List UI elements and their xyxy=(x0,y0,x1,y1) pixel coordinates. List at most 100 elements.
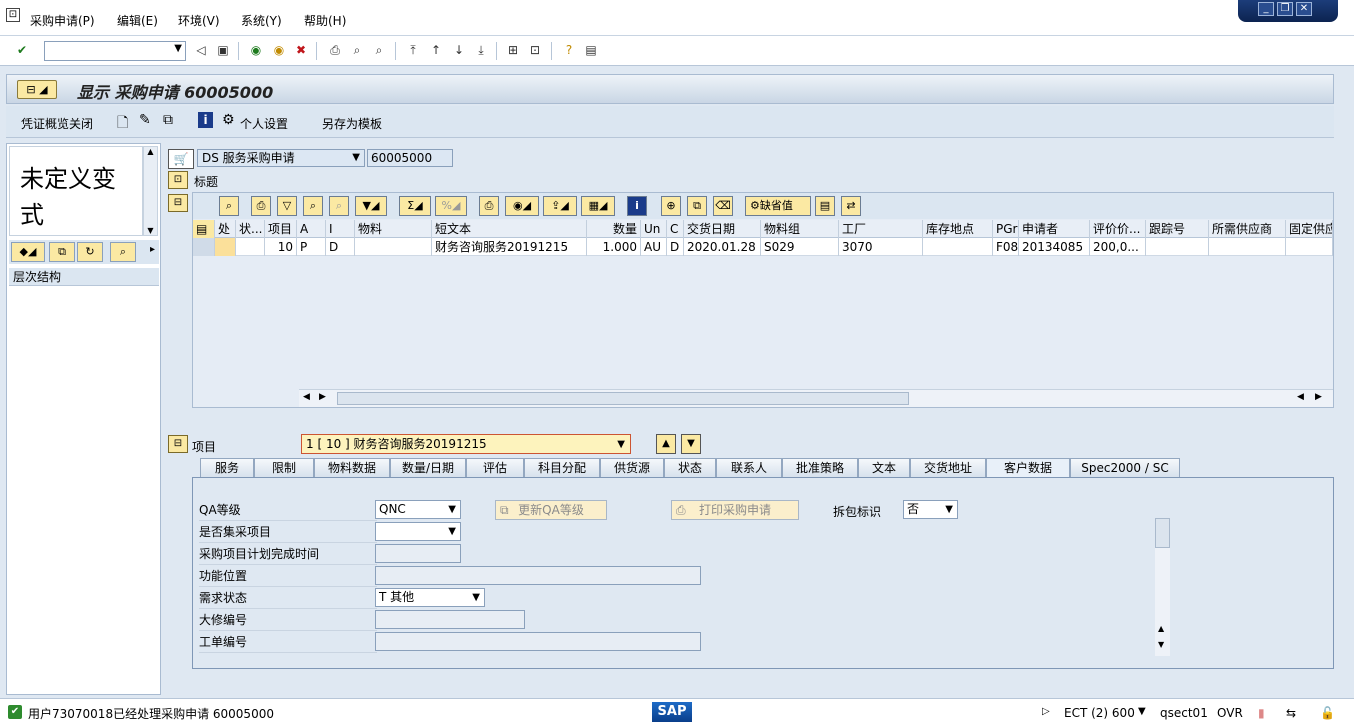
lock-icon[interactable]: 🔓 xyxy=(1320,706,1335,720)
tab-contact-person[interactable]: 联系人 xyxy=(716,458,782,478)
column-header[interactable]: 库存地点 xyxy=(923,220,993,238)
more-arrow-icon[interactable]: ▸ xyxy=(150,244,155,255)
column-header[interactable]: 申请者 xyxy=(1019,220,1090,238)
column-header[interactable]: 评价价... xyxy=(1090,220,1146,238)
column-header[interactable]: I xyxy=(326,220,355,238)
tab-quantity-date[interactable]: 数量/日期 xyxy=(390,458,466,478)
print-icon[interactable]: ⎙ xyxy=(326,42,344,59)
copy-icon[interactable]: ⧉ xyxy=(49,242,75,262)
column-header[interactable]: 固定供应 xyxy=(1286,220,1333,238)
scroll-down-icon[interactable]: ▼ xyxy=(144,226,157,235)
system-info[interactable]: ECT (2) 600 xyxy=(1064,706,1135,720)
tab-limits[interactable]: 限制 xyxy=(254,458,314,478)
find-next-grid-icon[interactable]: ⌕ xyxy=(329,196,349,216)
expand-header-icon[interactable]: ⊡ xyxy=(168,171,188,189)
command-field[interactable]: ▼ xyxy=(44,41,186,61)
tab-services[interactable]: 服务 xyxy=(200,458,254,478)
scroll-left-icon[interactable]: ◀ xyxy=(1297,392,1304,402)
document-overview-close-button[interactable]: 凭证概览关闭 xyxy=(21,115,93,132)
scroll-left-icon[interactable]: ◀ xyxy=(303,392,310,402)
cart-icon[interactable]: 🛒 xyxy=(168,149,194,169)
set-filter-icon[interactable]: ▼◢ xyxy=(355,196,387,216)
print-pr-button[interactable]: ⎙ 打印采购申请 xyxy=(671,500,799,520)
tab-status[interactable]: 状态 xyxy=(664,458,716,478)
select-all-icon[interactable]: ▤ xyxy=(193,220,215,238)
scroll-down-icon[interactable]: ▼ xyxy=(1158,640,1164,649)
functional-location-field[interactable] xyxy=(375,566,701,585)
transfer-icon[interactable]: ⇄ xyxy=(841,196,861,216)
scroll-thumb[interactable] xyxy=(1155,518,1170,548)
scroll-up-icon[interactable]: ▲ xyxy=(1158,624,1164,633)
grid-horizontal-scrollbar[interactable]: ◀ ▶ ◀ ▶ xyxy=(299,389,1333,407)
variant-scrollbar[interactable]: ▲ ▼ xyxy=(143,146,158,236)
sum-icon[interactable]: Σ◢ xyxy=(399,196,431,216)
scroll-right-icon[interactable]: ▶ xyxy=(319,392,326,402)
collapse-item-overview-icon[interactable]: ⊟ xyxy=(168,194,188,212)
scroll-up-icon[interactable]: ▲ xyxy=(144,147,157,156)
column-header[interactable]: 物料 xyxy=(355,220,432,238)
export-icon[interactable]: ⇪◢ xyxy=(543,196,577,216)
last-page-icon[interactable]: ⤓ xyxy=(472,42,490,59)
subtotal-icon[interactable]: %◢ xyxy=(435,196,467,216)
plan-completion-field[interactable] xyxy=(375,544,461,563)
arrow-left-icon[interactable]: ◁ xyxy=(192,42,210,59)
scroll-thumb[interactable] xyxy=(337,392,909,405)
first-page-icon[interactable]: ⤒ xyxy=(404,42,422,59)
save-icon[interactable]: ▣ xyxy=(214,42,232,59)
exit-icon[interactable]: ◉ xyxy=(270,42,288,59)
tab-customer-data[interactable]: 客户数据 xyxy=(986,458,1070,478)
back-icon[interactable]: ◉ xyxy=(247,42,265,59)
next-page-icon[interactable]: ↓ xyxy=(450,42,468,59)
change-display-icon[interactable]: ✎ xyxy=(139,112,151,128)
menu-system[interactable]: 系统(Y) xyxy=(241,12,282,29)
menu-environment[interactable]: 环境(V) xyxy=(178,12,220,29)
previous-page-icon[interactable]: ↑ xyxy=(427,42,445,59)
select-layout-icon[interactable]: ◆◢ xyxy=(11,242,45,262)
minimize-button[interactable]: _ xyxy=(1258,2,1274,16)
column-header[interactable]: 处 xyxy=(215,220,236,238)
column-header[interactable]: 数量 xyxy=(587,220,641,238)
column-header[interactable]: 所需供应商 xyxy=(1209,220,1286,238)
tab-valuation[interactable]: 评估 xyxy=(466,458,524,478)
delete-item-icon[interactable]: ⌫ xyxy=(713,196,733,216)
column-header[interactable]: 短文本 xyxy=(432,220,587,238)
play-icon[interactable]: ▷ xyxy=(1042,706,1050,717)
column-header[interactable]: PGr xyxy=(993,220,1019,238)
qa-level-select[interactable]: QNC ▼ xyxy=(375,500,461,519)
next-item-icon[interactable]: ▼ xyxy=(681,434,701,454)
layout-menu-icon[interactable]: ▤ xyxy=(582,42,600,59)
column-header[interactable]: 工厂 xyxy=(839,220,923,238)
previous-item-icon[interactable]: ▲ xyxy=(656,434,676,454)
print-preview-icon[interactable]: ⎙ xyxy=(479,196,499,216)
personal-settings-icon[interactable]: ⚙ xyxy=(222,112,235,128)
column-header[interactable]: 交货日期 xyxy=(684,220,761,238)
views-icon[interactable]: ◉◢ xyxy=(505,196,539,216)
personal-settings-button[interactable]: 个人设置 xyxy=(240,115,288,132)
column-header[interactable]: 项目 xyxy=(265,220,297,238)
menu-edit[interactable]: 编辑(E) xyxy=(117,12,158,29)
find-grid-icon[interactable]: ⌕ xyxy=(303,196,323,216)
info-icon[interactable]: i xyxy=(198,112,213,128)
details-icon[interactable]: ⌕ xyxy=(219,196,239,216)
centralized-procurement-select[interactable]: ▼ xyxy=(375,522,461,541)
table-row[interactable]: 10 P D 财务咨询服务20191215 1.000 AU D 2020.01… xyxy=(193,238,1333,256)
collapse-item-detail-icon[interactable]: ⊟ xyxy=(168,435,188,453)
help-icon[interactable]: ? xyxy=(560,42,578,59)
screen-menu-button[interactable]: ⊟ ◢ xyxy=(17,80,57,99)
tab-account-assignment[interactable]: 科目分配 xyxy=(524,458,600,478)
system-menu-icon[interactable]: ⊡ xyxy=(6,8,20,22)
column-header[interactable]: 跟踪号 xyxy=(1146,220,1209,238)
find-next-icon[interactable]: ⌕ xyxy=(370,42,388,59)
add-item-icon[interactable]: ⊕ xyxy=(661,196,681,216)
tab-source-of-supply[interactable]: 供货源 xyxy=(600,458,664,478)
close-window-button[interactable]: ✕ xyxy=(1296,2,1312,16)
find-icon[interactable]: ⌕ xyxy=(348,42,366,59)
save-as-template-button[interactable]: 另存为模板 xyxy=(322,115,382,132)
panel-vertical-scrollbar[interactable]: ▲ ▼ xyxy=(1155,518,1170,656)
column-header[interactable]: 状... xyxy=(236,220,265,238)
find-in-tree-icon[interactable]: ⌕ xyxy=(110,242,136,262)
scroll-right-icon[interactable]: ▶ xyxy=(1315,392,1322,402)
update-qa-level-button[interactable]: ⧉ 更新QA等级 xyxy=(495,500,607,520)
new-session-icon[interactable]: ⊞ xyxy=(504,42,522,59)
column-header[interactable]: 物料组 xyxy=(761,220,839,238)
